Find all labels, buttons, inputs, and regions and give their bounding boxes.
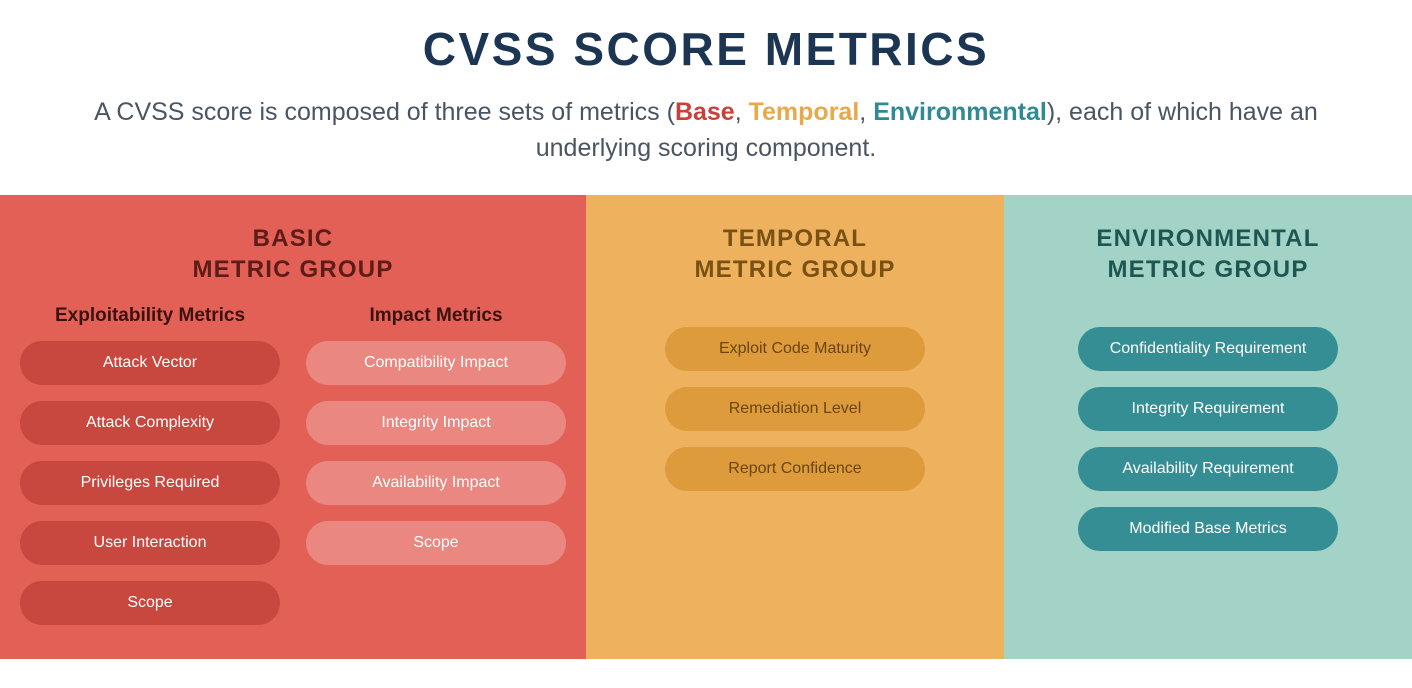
basic-group-title: BASIC METRIC GROUP bbox=[192, 223, 393, 285]
pill-confidentiality-requirement: Confidentiality Requirement bbox=[1078, 327, 1338, 371]
pill-integrity-requirement: Integrity Requirement bbox=[1078, 387, 1338, 431]
impact-column: Impact Metrics Compatibility Impact Inte… bbox=[306, 305, 566, 641]
pill-availability-requirement: Availability Requirement bbox=[1078, 447, 1338, 491]
pill-user-interaction: User Interaction bbox=[20, 521, 280, 565]
temporal-title-line1: TEMPORAL bbox=[723, 225, 867, 252]
metric-groups-row: BASIC METRIC GROUP Exploitability Metric… bbox=[0, 195, 1412, 659]
pill-modified-base-metrics: Modified Base Metrics bbox=[1078, 507, 1338, 551]
pill-availability-impact: Availability Impact bbox=[306, 461, 566, 505]
temporal-title-line2: METRIC GROUP bbox=[694, 256, 895, 283]
temporal-group-title: TEMPORAL METRIC GROUP bbox=[694, 223, 895, 285]
pill-exploit-code-maturity: Exploit Code Maturity bbox=[665, 327, 925, 371]
pill-privileges-required: Privileges Required bbox=[20, 461, 280, 505]
subtitle-prefix: A CVSS score is composed of three sets o… bbox=[94, 98, 675, 126]
pill-remediation-level: Remediation Level bbox=[665, 387, 925, 431]
pill-attack-vector: Attack Vector bbox=[20, 341, 280, 385]
environmental-metric-group: ENVIRONMENTAL METRIC GROUP Confidentiali… bbox=[1004, 195, 1412, 659]
subtitle-comma2: , bbox=[859, 98, 873, 126]
pill-attack-complexity: Attack Complexity bbox=[20, 401, 280, 445]
highlight-environmental: Environmental bbox=[873, 98, 1047, 126]
pill-scope-exploit: Scope bbox=[20, 581, 280, 625]
basic-metric-group: BASIC METRIC GROUP Exploitability Metric… bbox=[0, 195, 586, 659]
pill-compatibility-impact: Compatibility Impact bbox=[306, 341, 566, 385]
temporal-column: Exploit Code Maturity Remediation Level … bbox=[665, 327, 925, 507]
highlight-temporal: Temporal bbox=[749, 98, 860, 126]
diagram-container: CVSS SCORE METRICS A CVSS score is compo… bbox=[0, 0, 1412, 659]
subtitle: A CVSS score is composed of three sets o… bbox=[40, 94, 1372, 167]
temporal-metric-group: TEMPORAL METRIC GROUP Exploit Code Matur… bbox=[586, 195, 1004, 659]
env-title-line1: ENVIRONMENTAL bbox=[1096, 225, 1319, 252]
pill-report-confidence: Report Confidence bbox=[665, 447, 925, 491]
highlight-base: Base bbox=[675, 98, 735, 126]
impact-heading: Impact Metrics bbox=[369, 305, 502, 327]
exploitability-heading: Exploitability Metrics bbox=[55, 305, 245, 327]
main-title: CVSS SCORE METRICS bbox=[40, 22, 1372, 76]
header: CVSS SCORE METRICS A CVSS score is compo… bbox=[0, 0, 1412, 195]
subtitle-comma1: , bbox=[735, 98, 749, 126]
pill-integrity-impact: Integrity Impact bbox=[306, 401, 566, 445]
basic-columns: Exploitability Metrics Attack Vector Att… bbox=[30, 305, 556, 641]
environmental-column: Confidentiality Requirement Integrity Re… bbox=[1078, 327, 1338, 567]
env-title-line2: METRIC GROUP bbox=[1107, 256, 1308, 283]
basic-title-line1: BASIC bbox=[253, 225, 334, 252]
basic-title-line2: METRIC GROUP bbox=[192, 256, 393, 283]
environmental-group-title: ENVIRONMENTAL METRIC GROUP bbox=[1096, 223, 1319, 285]
exploitability-column: Exploitability Metrics Attack Vector Att… bbox=[20, 305, 280, 641]
pill-scope-impact: Scope bbox=[306, 521, 566, 565]
